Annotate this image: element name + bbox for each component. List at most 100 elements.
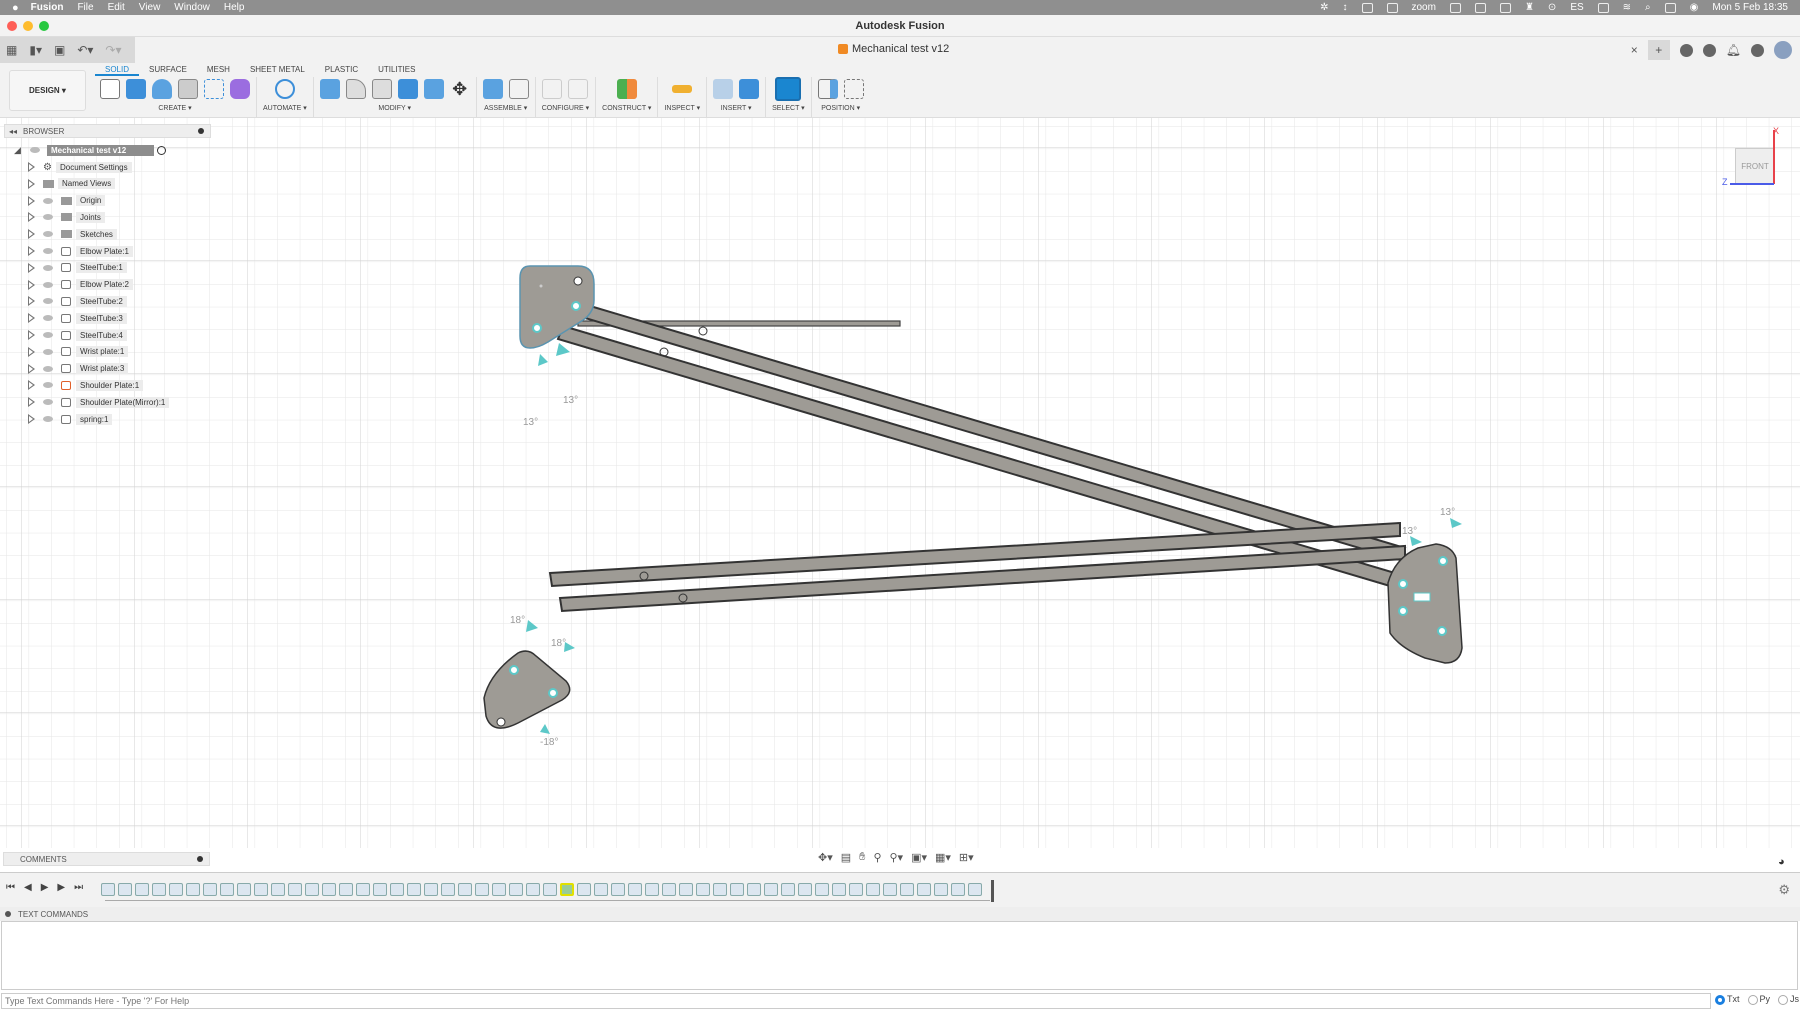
close-window-button[interactable] xyxy=(7,21,17,31)
timeline-feature-icon[interactable] xyxy=(356,883,370,896)
play-tray-icon[interactable]: ⊙ xyxy=(1548,2,1556,13)
mode-js-radio[interactable]: Js xyxy=(1778,994,1799,1005)
browser-pin-icon[interactable] xyxy=(198,128,204,134)
fullscreen-toggle-icon[interactable]: ◕ xyxy=(1778,856,1785,868)
menu-view[interactable]: View xyxy=(139,2,161,13)
timeline-feature-icon[interactable] xyxy=(560,883,574,896)
revolve-icon[interactable] xyxy=(152,79,172,99)
tab-solid[interactable]: SOLID xyxy=(95,64,140,76)
timeline-feature-icon[interactable] xyxy=(373,883,387,896)
timeline-feature-icon[interactable] xyxy=(696,883,710,896)
text-commands-header[interactable]: TEXT COMMANDS xyxy=(0,907,1800,921)
expand-triangle-icon[interactable] xyxy=(28,346,35,357)
insert-canvas-icon[interactable] xyxy=(739,79,760,99)
timeline-feature-icon[interactable] xyxy=(849,883,863,896)
expand-triangle-icon[interactable] xyxy=(28,313,35,324)
expand-triangle-icon[interactable] xyxy=(28,363,35,374)
user-avatar[interactable] xyxy=(1774,41,1792,59)
timeline-feature-icon[interactable] xyxy=(900,883,914,896)
timeline-feature-icon[interactable] xyxy=(747,883,761,896)
tab-utilities[interactable]: UTILITIES xyxy=(368,64,425,76)
notifications-bell-icon[interactable]: 🔔︎ xyxy=(1726,43,1741,57)
joint-hole[interactable] xyxy=(548,688,558,698)
timeline-feature-icon[interactable] xyxy=(866,883,880,896)
group-construct-label[interactable]: CONSTRUCT ▾ xyxy=(602,104,651,112)
new-tab-plus-icon[interactable]: + xyxy=(1647,40,1670,60)
timeline-feature-icon[interactable] xyxy=(798,883,812,896)
workspace-switcher[interactable]: DESIGN ▾ xyxy=(9,70,86,111)
timeline-feature-icon[interactable] xyxy=(543,883,557,896)
timeline-feature-icon[interactable] xyxy=(135,883,149,896)
battery-icon[interactable] xyxy=(1597,2,1609,13)
viewcube[interactable]: FRONT xyxy=(1735,148,1775,184)
input-source[interactable]: ES xyxy=(1570,2,1583,13)
timeline-feature-icon[interactable] xyxy=(339,883,353,896)
tree-item-label[interactable]: SteelTube:1 xyxy=(76,262,127,274)
tree-item-label[interactable]: SteelTube:4 xyxy=(76,329,127,341)
timeline-feature-icon[interactable] xyxy=(764,883,778,896)
tab-plastic[interactable]: PLASTIC xyxy=(315,64,368,76)
timeline-feature-icon[interactable] xyxy=(815,883,829,896)
group-automate-label[interactable]: AUTOMATE ▾ xyxy=(263,104,307,112)
timeline-feature-icon[interactable] xyxy=(781,883,795,896)
expand-triangle-icon[interactable] xyxy=(28,330,35,340)
timeline-play-icon[interactable]: ▶ xyxy=(41,882,49,893)
timeline-feature-icon[interactable] xyxy=(169,883,183,896)
tree-item-label[interactable]: Shoulder Plate:1 xyxy=(76,379,144,391)
timeline-feature-icon[interactable] xyxy=(883,883,897,896)
timeline-feature-icon[interactable] xyxy=(424,883,438,896)
viewports-icon[interactable]: ⊞▾ xyxy=(959,851,974,864)
viewcube-face-label[interactable]: FRONT xyxy=(1741,162,1769,171)
timeline-feature-icon[interactable] xyxy=(662,883,676,896)
menu-edit[interactable]: Edit xyxy=(108,2,125,13)
save-icon[interactable]: ▣ xyxy=(54,43,65,57)
comments-panel-header[interactable]: COMMENTS xyxy=(3,852,210,866)
visibility-eye-icon[interactable] xyxy=(43,348,53,355)
expand-triangle-icon[interactable] xyxy=(28,229,35,240)
screen-tray-icon[interactable] xyxy=(1499,2,1511,13)
zoom-icon[interactable]: ⚲ xyxy=(873,851,881,864)
timeline-feature-icon[interactable] xyxy=(475,883,489,896)
visibility-eye-icon[interactable] xyxy=(43,197,53,204)
undo-icon[interactable]: ↶▾ xyxy=(77,43,93,57)
expand-triangle-icon[interactable] xyxy=(28,380,35,391)
expand-triangle-icon[interactable] xyxy=(28,212,35,223)
joint-hole[interactable] xyxy=(532,323,542,333)
tree-item-label[interactable]: Wrist plate:1 xyxy=(76,346,129,358)
tree-item-label[interactable]: Document Settings xyxy=(56,161,132,173)
group-select-label[interactable]: SELECT ▾ xyxy=(772,104,805,112)
expand-triangle-icon[interactable] xyxy=(28,178,35,189)
timeline-feature-icon[interactable] xyxy=(407,883,421,896)
tree-item-label[interactable]: Wrist plate:3 xyxy=(76,363,129,375)
new-component-icon[interactable] xyxy=(482,79,503,99)
visibility-eye-icon[interactable] xyxy=(30,147,40,153)
menu-window[interactable]: Window xyxy=(174,2,210,13)
timeline-feature-icon[interactable] xyxy=(730,883,744,896)
timeline-feature-icon[interactable] xyxy=(101,883,115,896)
minimize-window-button[interactable] xyxy=(23,21,33,31)
joint-hole[interactable] xyxy=(1398,606,1408,616)
timeline-feature-icon[interactable] xyxy=(271,883,285,896)
construct-plane-icon[interactable] xyxy=(616,79,637,99)
visibility-eye-icon[interactable] xyxy=(43,281,53,288)
canvas-viewport[interactable]: 13° 13° 13° 13° 18° 18° -18° xyxy=(0,118,1800,848)
expand-triangle-icon[interactable] xyxy=(28,279,35,290)
group-create-label[interactable]: CREATE ▾ xyxy=(158,104,191,112)
fit-icon[interactable]: ⚲▾ xyxy=(890,851,904,864)
dropbox-tray-icon[interactable] xyxy=(1449,2,1461,13)
hole-icon[interactable] xyxy=(178,79,198,99)
timeline-feature-icon[interactable] xyxy=(152,883,166,896)
file-menu-icon[interactable]: ▮▾ xyxy=(29,43,42,57)
add-comment-icon[interactable] xyxy=(197,856,203,862)
display-settings-icon[interactable]: ▣▾ xyxy=(911,851,927,864)
tree-item-label[interactable]: Joints xyxy=(76,211,105,223)
group-inspect-label[interactable]: INSPECT ▾ xyxy=(664,104,700,112)
timeline-feature-icon[interactable] xyxy=(441,883,455,896)
tree-item-label[interactable]: SteelTube:2 xyxy=(76,295,127,307)
fox-tray-icon[interactable] xyxy=(1361,2,1373,13)
press-pull-icon[interactable] xyxy=(319,79,340,99)
timeline-feature-icon[interactable] xyxy=(934,883,948,896)
timeline-feature-icon[interactable] xyxy=(322,883,336,896)
joint-hole[interactable] xyxy=(509,665,519,675)
expand-triangle-icon[interactable] xyxy=(28,162,35,172)
